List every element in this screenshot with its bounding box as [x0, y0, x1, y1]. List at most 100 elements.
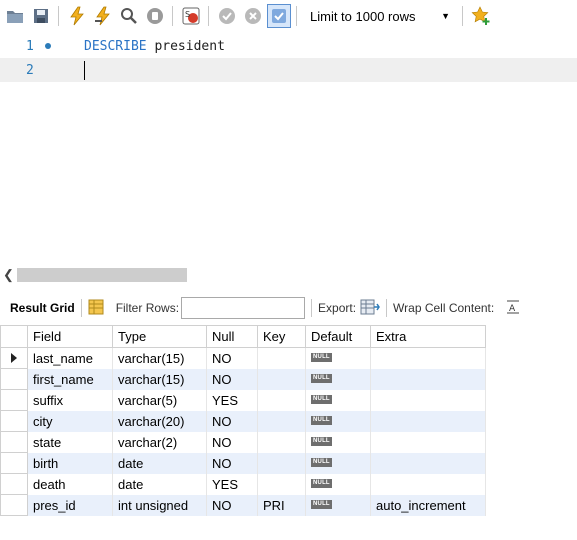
- cell-key[interactable]: [257, 473, 306, 495]
- favorite-add-icon[interactable]: [470, 5, 492, 27]
- cell-null[interactable]: YES: [206, 473, 258, 495]
- export-icon[interactable]: [360, 298, 380, 319]
- row-header[interactable]: [0, 452, 28, 474]
- cell-extra[interactable]: [370, 368, 486, 390]
- cell-default[interactable]: NULL: [305, 389, 371, 411]
- cell-null[interactable]: NO: [206, 431, 258, 453]
- cell-default[interactable]: NULL: [305, 347, 371, 369]
- result-grid-tab[interactable]: Result Grid: [10, 301, 75, 315]
- cell-extra[interactable]: [370, 410, 486, 432]
- cell-null[interactable]: NO: [206, 410, 258, 432]
- cell-default[interactable]: NULL: [305, 410, 371, 432]
- result-grid: Field Type Null Key Default Extra last_n…: [0, 325, 486, 516]
- cell-field[interactable]: first_name: [27, 368, 113, 390]
- cell-extra[interactable]: [370, 347, 486, 369]
- cell-field[interactable]: suffix: [27, 389, 113, 411]
- column-header-extra[interactable]: Extra: [370, 325, 486, 348]
- cell-key[interactable]: [257, 368, 306, 390]
- row-header[interactable]: [0, 473, 28, 495]
- column-header-null[interactable]: Null: [206, 325, 258, 348]
- execute-icon[interactable]: [66, 5, 88, 27]
- commit-icon[interactable]: [216, 5, 238, 27]
- table-row[interactable]: last_name varchar(15) NO NULL: [0, 347, 486, 369]
- rollback-icon[interactable]: [242, 5, 264, 27]
- cell-key[interactable]: [257, 431, 306, 453]
- cell-key[interactable]: [257, 452, 306, 474]
- cell-field[interactable]: pres_id: [27, 494, 113, 516]
- cell-default[interactable]: NULL: [305, 473, 371, 495]
- cell-type[interactable]: varchar(20): [112, 410, 207, 432]
- cell-default[interactable]: NULL: [305, 494, 371, 516]
- cell-type[interactable]: date: [112, 452, 207, 474]
- row-header[interactable]: [0, 410, 28, 432]
- scrollbar-thumb[interactable]: [17, 268, 187, 282]
- cell-extra[interactable]: [370, 431, 486, 453]
- stop-icon[interactable]: [144, 5, 166, 27]
- cell-default[interactable]: NULL: [305, 452, 371, 474]
- limit-rows-select[interactable]: Limit to 1000 rows ▼: [306, 5, 456, 27]
- table-row[interactable]: first_name varchar(15) NO NULL: [0, 368, 486, 390]
- cell-field[interactable]: birth: [27, 452, 113, 474]
- editor-horizontal-scrollbar[interactable]: ❮: [0, 266, 577, 284]
- cell-key[interactable]: PRI: [257, 494, 306, 516]
- cell-type[interactable]: varchar(2): [112, 431, 207, 453]
- row-header[interactable]: [0, 431, 28, 453]
- cell-null[interactable]: NO: [206, 494, 258, 516]
- column-header-default[interactable]: Default: [305, 325, 371, 348]
- cell-key[interactable]: [257, 410, 306, 432]
- row-header[interactable]: [0, 494, 28, 516]
- table-row[interactable]: suffix varchar(5) YES NULL: [0, 389, 486, 411]
- explain-icon[interactable]: [118, 5, 140, 27]
- execute-current-icon[interactable]: [92, 5, 114, 27]
- editor-line-current[interactable]: 2: [0, 58, 577, 82]
- table-row[interactable]: pres_id int unsigned NO PRI NULL auto_increme…: [0, 494, 486, 516]
- cell-null[interactable]: NO: [206, 368, 258, 390]
- filter-rows-input[interactable]: [181, 297, 306, 319]
- table-row[interactable]: city varchar(20) NO NULL: [0, 410, 486, 432]
- result-toolbar: Result Grid Filter Rows: Export: Wrap Ce…: [0, 293, 577, 323]
- cell-null[interactable]: NO: [206, 452, 258, 474]
- table-row[interactable]: state varchar(2) NO NULL: [0, 431, 486, 453]
- cell-field[interactable]: city: [27, 410, 113, 432]
- cell-extra[interactable]: [370, 389, 486, 411]
- row-header[interactable]: [0, 389, 28, 411]
- row-header[interactable]: [0, 368, 28, 390]
- autocommit-icon[interactable]: [267, 4, 291, 28]
- line-number: 2: [26, 62, 34, 78]
- cell-type[interactable]: varchar(5): [112, 389, 207, 411]
- column-header-field[interactable]: Field: [27, 325, 113, 348]
- sql-editor[interactable]: 1 DESCRIBE president 2: [0, 32, 577, 267]
- cell-field[interactable]: death: [27, 473, 113, 495]
- sql-statement[interactable]: DESCRIBE president: [84, 39, 225, 54]
- cell-default[interactable]: NULL: [305, 431, 371, 453]
- svg-text:A: A: [509, 304, 516, 314]
- cell-field[interactable]: state: [27, 431, 113, 453]
- cell-extra[interactable]: [370, 473, 486, 495]
- cell-field[interactable]: last_name: [27, 347, 113, 369]
- table-row[interactable]: death date YES NULL: [0, 473, 486, 495]
- cell-null[interactable]: NO: [206, 347, 258, 369]
- column-header-type[interactable]: Type: [112, 325, 207, 348]
- save-icon[interactable]: [30, 5, 52, 27]
- cell-type[interactable]: varchar(15): [112, 368, 207, 390]
- cell-default[interactable]: NULL: [305, 368, 371, 390]
- cell-type[interactable]: varchar(15): [112, 347, 207, 369]
- cell-type[interactable]: date: [112, 473, 207, 495]
- grid-layout-icon[interactable]: [88, 299, 104, 318]
- cell-extra[interactable]: [370, 452, 486, 474]
- cell-null[interactable]: YES: [206, 389, 258, 411]
- table-row[interactable]: birth date NO NULL: [0, 452, 486, 474]
- editor-line[interactable]: 1 DESCRIBE president: [0, 34, 577, 58]
- scroll-left-icon[interactable]: ❮: [3, 266, 14, 284]
- cell-extra[interactable]: auto_increment: [370, 494, 486, 516]
- cell-key[interactable]: [257, 389, 306, 411]
- column-header-key[interactable]: Key: [257, 325, 306, 348]
- row-header[interactable]: [0, 347, 28, 369]
- wrap-cell-label: Wrap Cell Content:: [393, 301, 495, 315]
- limit-rows-label: Limit to 1000 rows: [310, 8, 416, 24]
- wrap-cell-icon[interactable]: A: [506, 300, 520, 317]
- cell-key[interactable]: [257, 347, 306, 369]
- cell-type[interactable]: int unsigned: [112, 494, 207, 516]
- toggle-error-icon[interactable]: S: [180, 5, 202, 27]
- open-folder-icon[interactable]: [4, 5, 26, 27]
